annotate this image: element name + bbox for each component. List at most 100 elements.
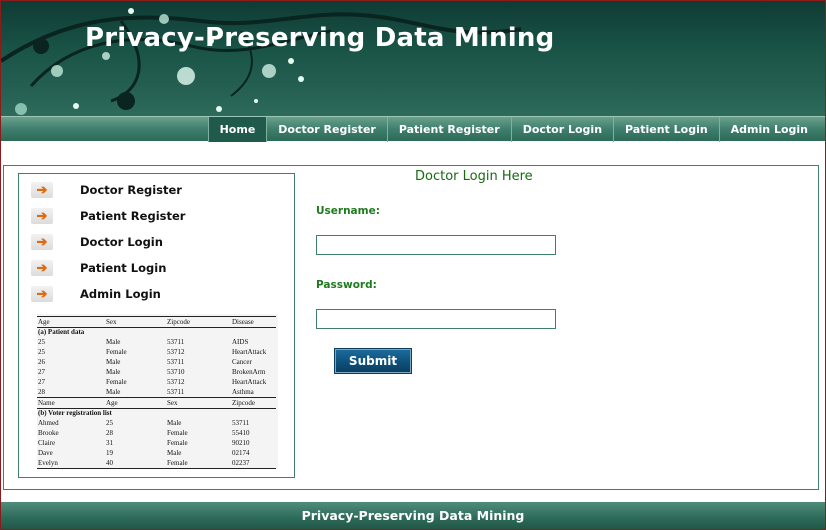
password-field[interactable] — [316, 309, 556, 329]
sidebar-item-admin-login[interactable]: ➔ Admin Login — [31, 284, 161, 304]
table-cell: 25 — [106, 419, 113, 427]
arrow-right-icon: ➔ — [31, 182, 53, 198]
table-cell: Dave — [38, 449, 53, 457]
table-cell: AIDS — [232, 338, 249, 346]
username-label: Username: — [316, 205, 380, 217]
table-row: Evelyn 40 Female 02237 — [37, 459, 276, 468]
table-cell: Brooke — [38, 429, 59, 437]
table-cell: Asthma — [232, 388, 254, 396]
table-cell: 25 — [38, 348, 45, 356]
table-caption: (b) Voter registration list — [37, 409, 276, 418]
table-cell: Male — [106, 368, 121, 376]
table-cell: Male — [106, 338, 121, 346]
sidebar-item-label: Doctor Register — [80, 183, 182, 197]
table-cell: Female — [106, 348, 127, 356]
table-cell: Female — [106, 378, 127, 386]
table-cell: 31 — [106, 439, 113, 447]
table-cell: 55410 — [232, 429, 250, 437]
table-cell: 53710 — [167, 368, 185, 376]
password-label: Password: — [316, 279, 377, 291]
table-cell: Evelyn — [38, 459, 58, 467]
main-nav: Home Doctor Register Patient Register Do… — [1, 116, 825, 142]
table-cell: 02174 — [232, 449, 250, 457]
table-cell: 40 — [106, 459, 113, 467]
nav-patient-login[interactable]: Patient Login — [613, 117, 719, 142]
table-cell: 53712 — [167, 348, 185, 356]
sidebar-item-patient-login[interactable]: ➔ Patient Login — [31, 258, 166, 278]
table-cell: BrokenArm — [232, 368, 266, 376]
table-cell: 19 — [106, 449, 113, 457]
table-cell: 53711 — [167, 338, 185, 346]
table-header-cell: Sex — [106, 318, 117, 326]
table-row: Ahmed 25 Male 53711 — [37, 419, 276, 428]
table-header-cell: Sex — [167, 399, 178, 407]
nav-home[interactable]: Home — [207, 117, 267, 142]
table-cell: Ahmed — [38, 419, 59, 427]
table-cell: HeartAttack — [232, 348, 267, 356]
table-row: 26 Male 53711 Cancer — [37, 358, 276, 367]
table-header-cell: Zipcode — [232, 399, 255, 407]
table-cell: 25 — [38, 338, 45, 346]
sidebar-item-label: Patient Login — [80, 261, 167, 275]
table-header-cell: Disease — [232, 318, 254, 326]
site-title: Privacy-Preserving Data Mining — [85, 23, 555, 53]
table-header-cell: Age — [106, 399, 118, 407]
submit-button[interactable]: Submit — [334, 348, 412, 374]
table-row: 28 Male 53711 Asthma — [37, 388, 276, 397]
table-cell: Male — [167, 419, 182, 427]
table-cell: Cancer — [232, 358, 252, 366]
table-row: 25 Female 53712 HeartAttack — [37, 348, 276, 357]
table-caption-text: (b) Voter registration list — [38, 409, 112, 417]
table-header-row: Age Sex Zipcode Disease — [37, 318, 276, 327]
nav-doctor-register[interactable]: Doctor Register — [266, 117, 387, 142]
arrow-right-icon: ➔ — [31, 234, 53, 250]
table-cell: 27 — [38, 368, 45, 376]
table-cell: 28 — [106, 429, 113, 437]
arrow-right-icon: ➔ — [31, 286, 53, 302]
arrow-right-icon: ➔ — [31, 208, 53, 224]
table-cell: Female — [167, 459, 188, 467]
sidebar-item-doctor-login[interactable]: ➔ Doctor Login — [31, 232, 163, 252]
sidebar-item-label: Admin Login — [80, 287, 161, 301]
table-header-row: Name Age Sex Zipcode — [37, 399, 276, 408]
nav-patient-register[interactable]: Patient Register — [386, 117, 511, 142]
table-caption: (a) Patient data — [37, 328, 276, 337]
sidebar: ➔ Doctor Register ➔ Patient Register ➔ D… — [18, 173, 295, 478]
username-field[interactable] — [316, 235, 556, 255]
table-cell: 90210 — [232, 439, 250, 447]
table-cell: 26 — [38, 358, 45, 366]
table-cell: 53711 — [232, 419, 250, 427]
table-cell: Claire — [38, 439, 56, 447]
table-row: 27 Male 53710 BrokenArm — [37, 368, 276, 377]
table-cell: Female — [167, 429, 188, 437]
arrow-right-icon: ➔ — [31, 260, 53, 276]
table-cell: 28 — [38, 388, 45, 396]
table-row: Claire 31 Female 90210 — [37, 439, 276, 448]
table-header-cell: Zipcode — [167, 318, 190, 326]
data-table-figure: Age Sex Zipcode Disease (a) Patient data… — [37, 314, 278, 469]
table-cell: Male — [167, 449, 182, 457]
sidebar-item-doctor-register[interactable]: ➔ Doctor Register — [31, 180, 182, 200]
table-row: 27 Female 53712 HeartAttack — [37, 378, 276, 387]
table-cell: Male — [106, 388, 121, 396]
sidebar-item-label: Patient Register — [80, 209, 186, 223]
footer: Privacy-Preserving Data Mining — [1, 502, 825, 529]
table-cell: 53712 — [167, 378, 185, 386]
table-cell: 27 — [38, 378, 45, 386]
nav-doctor-login[interactable]: Doctor Login — [510, 117, 613, 142]
header-banner: Privacy-Preserving Data Mining — [1, 1, 825, 116]
table-row: Dave 19 Male 02174 — [37, 449, 276, 458]
table-header-cell: Age — [38, 318, 50, 326]
table-row: Brooke 28 Female 55410 — [37, 429, 276, 438]
table-cell: Female — [167, 439, 188, 447]
sidebar-item-patient-register[interactable]: ➔ Patient Register — [31, 206, 185, 226]
table-header-cell: Name — [38, 399, 55, 407]
table-caption-text: (a) Patient data — [38, 328, 85, 336]
nav-admin-login[interactable]: Admin Login — [718, 117, 819, 142]
table-cell: 02237 — [232, 459, 250, 467]
login-title: Doctor Login Here — [415, 169, 533, 184]
table-cell: HeartAttack — [232, 378, 267, 386]
table-cell: Male — [106, 358, 121, 366]
table-cell: 53711 — [167, 358, 185, 366]
floral-swirl-decoration — [1, 8, 522, 115]
